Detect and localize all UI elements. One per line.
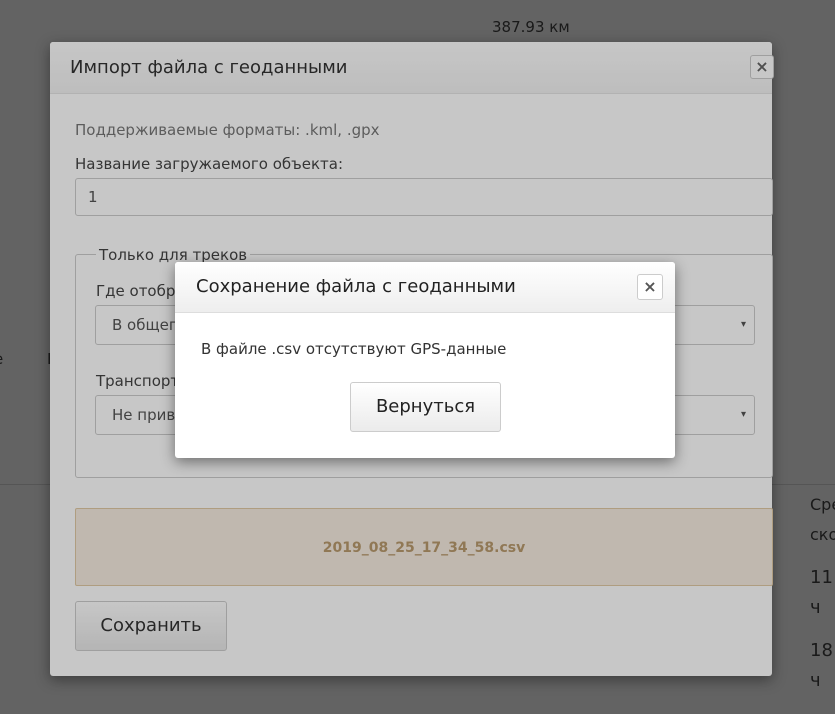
- alert-message: В файле .csv отсутствуют GPS-данные: [201, 340, 507, 358]
- alert-modal-header: Сохранение файла с геоданными ×: [175, 262, 675, 313]
- back-button[interactable]: Вернуться: [350, 382, 501, 432]
- alert-modal: Сохранение файла с геоданными × В файле …: [175, 262, 675, 458]
- alert-modal-title: Сохранение файла с геоданными: [196, 276, 516, 297]
- close-icon[interactable]: ×: [637, 274, 663, 300]
